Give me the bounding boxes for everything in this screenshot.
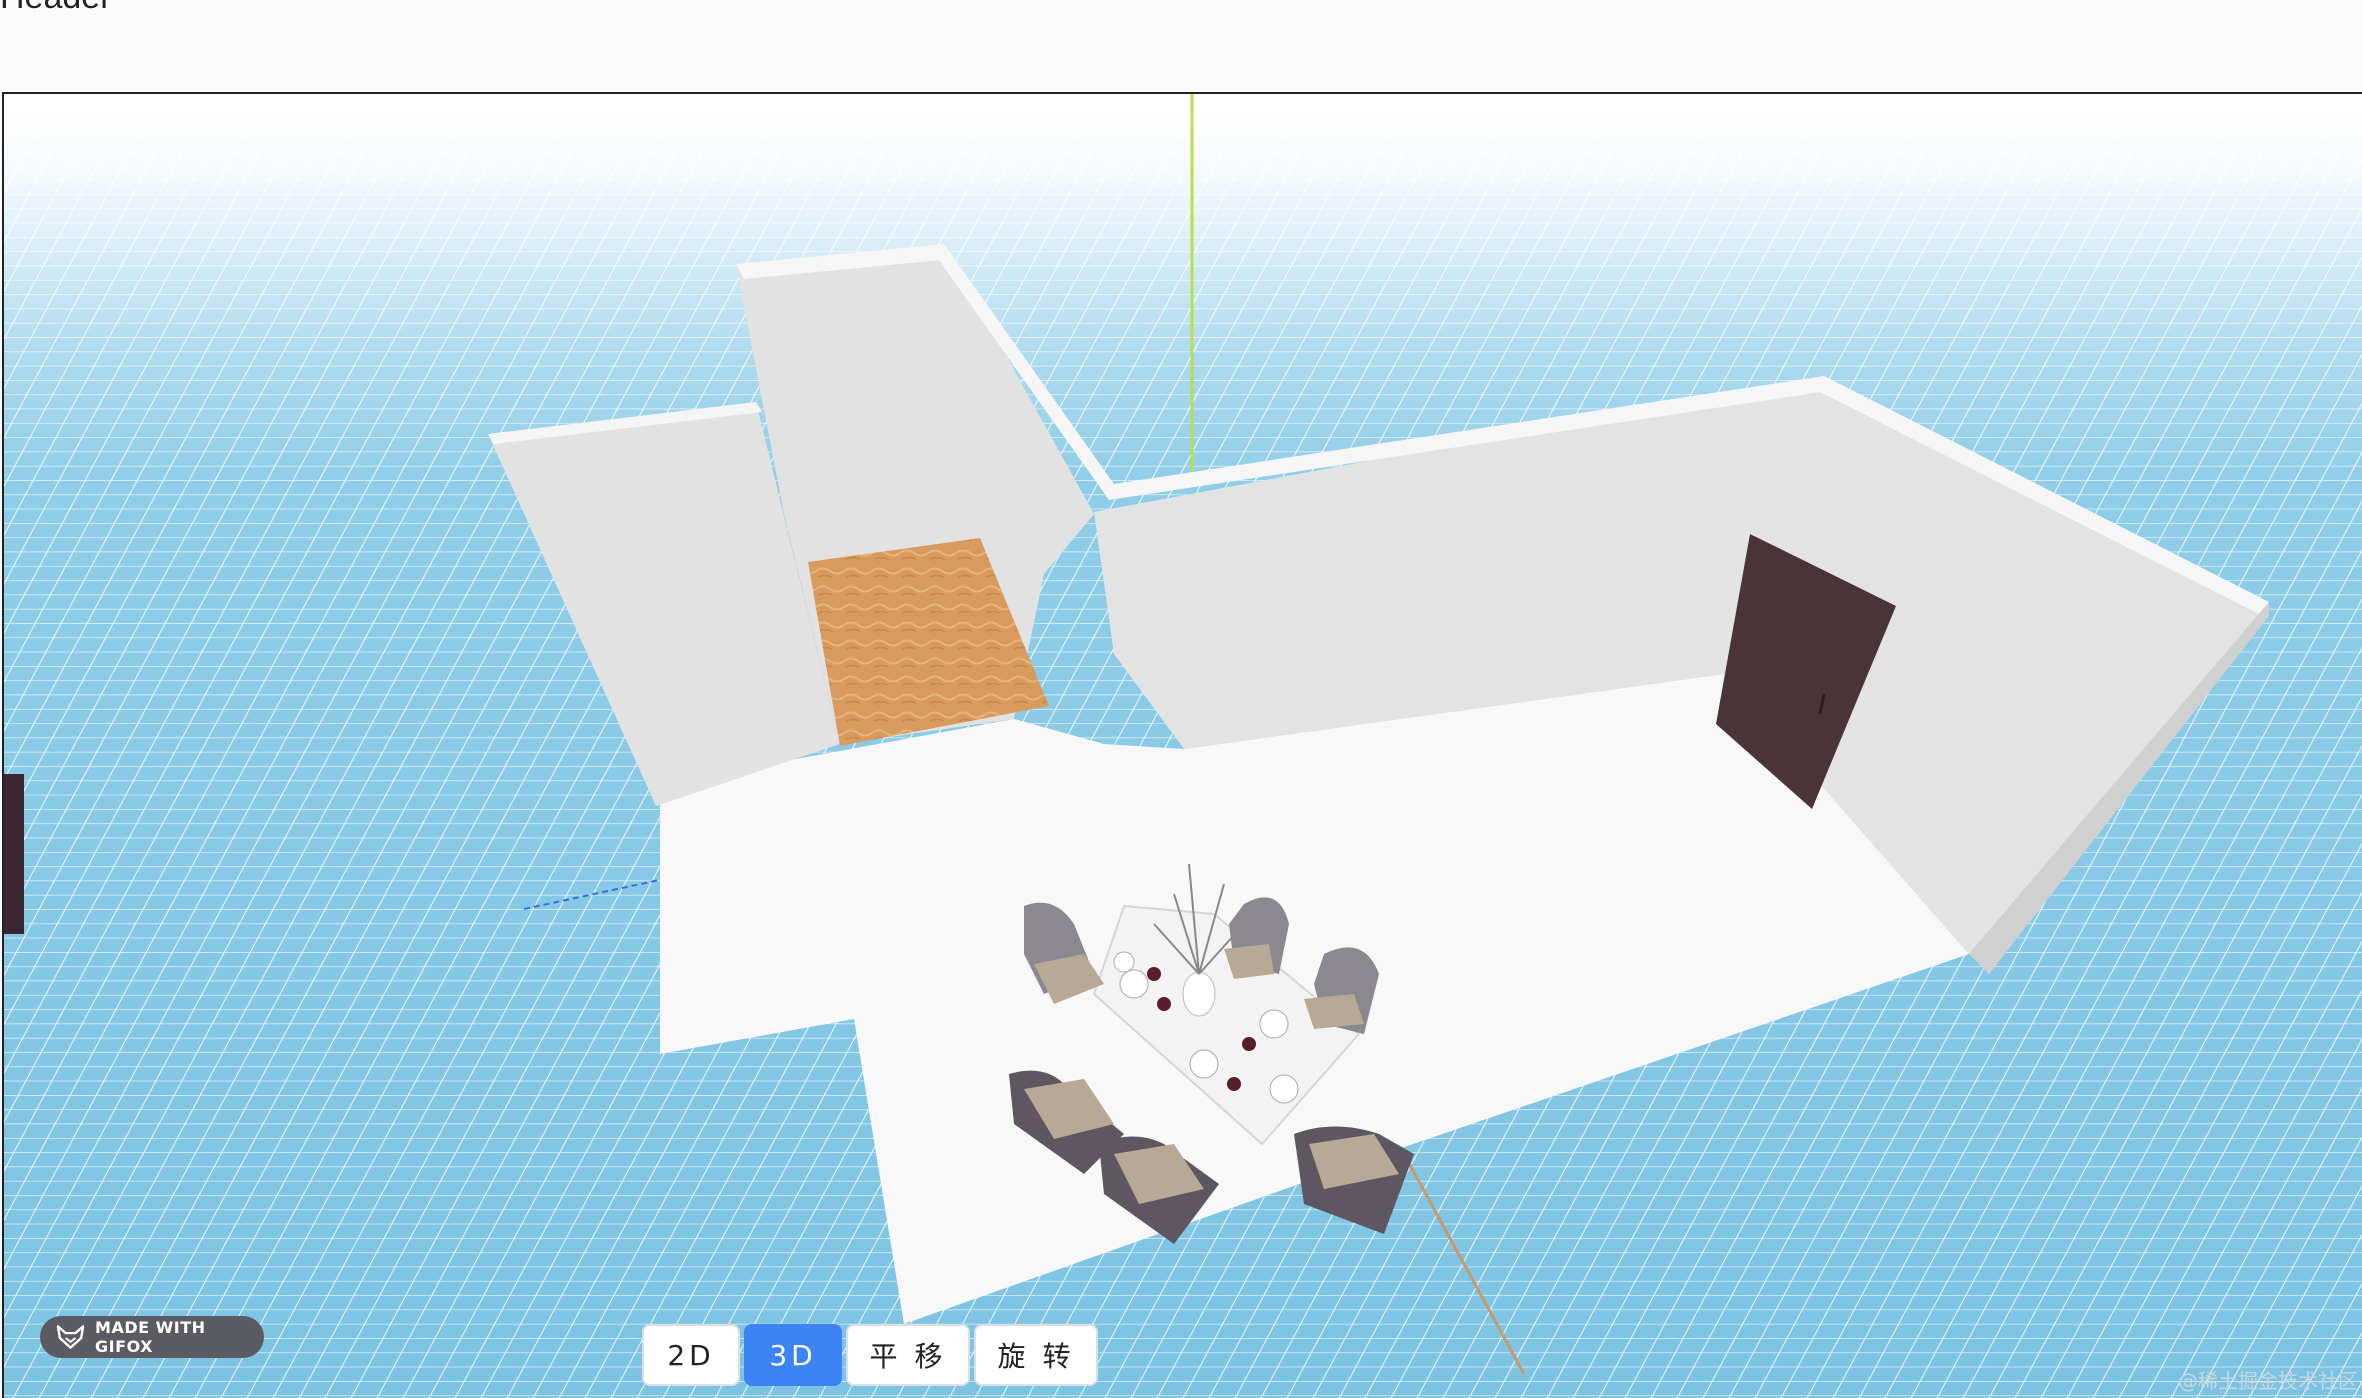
- 3d-scene[interactable]: [4, 94, 2362, 1398]
- mode-3d-button[interactable]: 3D: [744, 1324, 842, 1386]
- view-mode-toolbar: 2D 3D 平 移 旋 转: [642, 1324, 1098, 1386]
- watermark-text: @稀土掘金技术社区: [2178, 1369, 2358, 1393]
- rotate-button[interactable]: 旋 转: [974, 1324, 1098, 1386]
- side-panel-handle[interactable]: [4, 774, 24, 934]
- header-title: Header: [0, 0, 112, 17]
- page-header: Header: [0, 0, 2362, 92]
- 3d-viewport[interactable]: [2, 92, 2362, 1398]
- gifox-badge: MADE WITH GIFOX: [40, 1316, 264, 1358]
- gifox-badge-label: MADE WITH GIFOX: [95, 1318, 206, 1356]
- pan-button[interactable]: 平 移: [846, 1324, 970, 1386]
- mode-2d-button[interactable]: 2D: [642, 1324, 740, 1386]
- fox-logo-icon: [56, 1325, 85, 1349]
